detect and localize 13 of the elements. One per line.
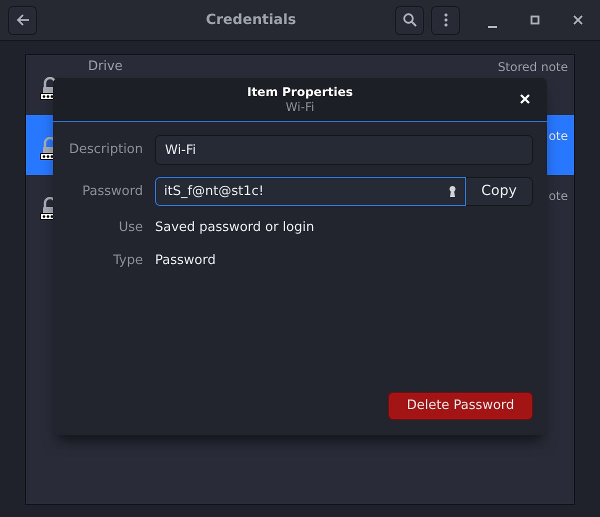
field-label: Use xyxy=(118,219,143,237)
field-label: Password xyxy=(81,182,143,201)
field-value: Saved password or login xyxy=(155,219,314,237)
dialog-title: Item Properties xyxy=(247,84,353,100)
item-type: ote xyxy=(548,188,568,205)
field-value: Password xyxy=(155,252,216,270)
field-label: Description xyxy=(68,141,143,160)
item-type: Stored note xyxy=(498,59,568,76)
dialog-subtitle: Wi-Fi xyxy=(286,100,314,115)
field-label: Type xyxy=(112,252,143,270)
window-title: Credentials xyxy=(204,10,298,30)
item-type: ote xyxy=(548,128,568,145)
item-title: Drive xyxy=(88,58,123,76)
